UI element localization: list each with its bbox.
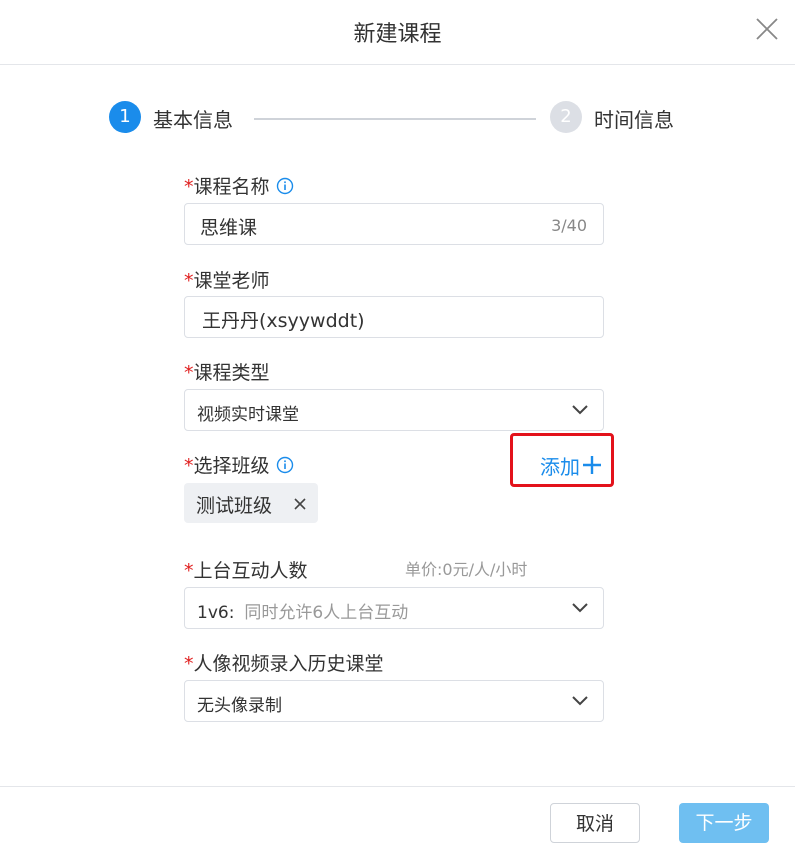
chevron-down-icon xyxy=(571,600,589,616)
step-2-label: 时间信息 xyxy=(594,108,674,132)
char-counter: 3/40 xyxy=(551,216,587,235)
remove-tag-icon[interactable] xyxy=(293,496,307,515)
portrait-record-label-text: 人像视频录入历史课堂 xyxy=(193,653,384,675)
course-type-select[interactable]: 视频实时课堂 xyxy=(184,389,604,431)
portrait-record-label: *人像视频录入历史课堂 xyxy=(184,649,384,676)
required-mark: * xyxy=(184,362,194,384)
interaction-label: *上台互动人数 xyxy=(184,556,308,583)
add-class-label: 添加 xyxy=(540,455,580,479)
course-name-value: 思维课 xyxy=(200,217,258,239)
chevron-down-icon xyxy=(571,693,589,709)
teacher-label: *课堂老师 xyxy=(184,266,270,293)
info-icon[interactable] xyxy=(276,456,294,474)
portrait-record-select[interactable]: 无头像录制 xyxy=(184,680,604,722)
teacher-input[interactable]: 王丹丹(xsyywddt) xyxy=(184,296,604,338)
class-tag: 测试班级 xyxy=(184,483,318,523)
course-name-label: *课程名称 xyxy=(184,172,294,199)
course-type-value: 视频实时课堂 xyxy=(197,405,299,425)
next-step-button[interactable]: 下一步 xyxy=(679,803,769,843)
step-2-indicator: 2 xyxy=(550,101,582,133)
class-tag-label: 测试班级 xyxy=(196,495,273,517)
step-1-indicator: 1 xyxy=(109,101,141,133)
course-name-label-text: 课程名称 xyxy=(193,176,270,198)
interaction-hint: 同时允许6人上台互动 xyxy=(244,603,409,623)
required-mark: * xyxy=(184,560,194,582)
teacher-value: 王丹丹(xsyywddt) xyxy=(202,310,365,332)
info-icon[interactable] xyxy=(276,177,294,195)
step-1-label: 基本信息 xyxy=(153,108,233,132)
portrait-record-value: 无头像录制 xyxy=(197,696,282,716)
class-select-label-text: 选择班级 xyxy=(193,455,270,477)
dialog-title: 新建课程 xyxy=(353,22,442,47)
required-mark: * xyxy=(184,270,194,292)
class-select-label: *选择班级 xyxy=(184,451,294,478)
course-type-label: *课程类型 xyxy=(184,358,270,385)
dialog-header: 新建课程 xyxy=(0,0,795,65)
stepper: 1 基本信息 2 时间信息 xyxy=(0,101,795,135)
footer-divider xyxy=(0,786,795,787)
unit-price-note: 单价:0元/人/小时 xyxy=(405,560,528,579)
step-connector xyxy=(254,118,536,120)
required-mark: * xyxy=(184,176,194,198)
course-type-label-text: 课程类型 xyxy=(193,362,270,384)
interaction-option: 1v6: xyxy=(197,603,235,623)
chevron-down-icon xyxy=(571,402,589,418)
interaction-label-text: 上台互动人数 xyxy=(193,560,308,582)
course-name-input[interactable]: 思维课 3/40 xyxy=(184,203,604,245)
required-mark: * xyxy=(184,653,194,675)
interaction-value: 1v6: 同时允许6人上台互动 xyxy=(197,598,408,623)
interaction-select[interactable]: 1v6: 同时允许6人上台互动 xyxy=(184,587,604,629)
required-mark: * xyxy=(184,455,194,477)
add-class-button[interactable]: 添加 xyxy=(540,451,602,480)
plus-icon xyxy=(583,456,601,474)
teacher-label-text: 课堂老师 xyxy=(193,270,270,292)
close-icon[interactable] xyxy=(755,17,779,41)
cancel-button[interactable]: 取消 xyxy=(550,803,640,843)
